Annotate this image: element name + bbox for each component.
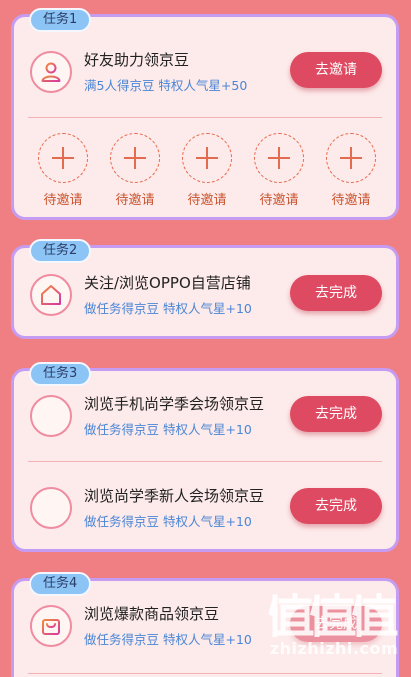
invite-slots: 待邀请 待邀请 待邀请 待邀请 待邀请 (34, 133, 380, 208)
plus-icon (182, 133, 232, 183)
task-title: 浏览尚学季新人会场领京豆 (84, 487, 265, 505)
task-subtitle: 做任务得京豆 特权人气星+10 (84, 514, 252, 529)
task-subtitle: 做任务得京豆 特权人气星+10 (84, 632, 252, 647)
bars-icon (30, 395, 72, 437)
task-tag: 任务4 (29, 572, 92, 596)
task-row: 好友助力领京豆 满5人得京豆 特权人气星+50 去邀请 (28, 43, 382, 99)
plus-icon (326, 133, 376, 183)
task-title: 浏览手机尚学季会场领京豆 (84, 395, 265, 413)
task-card-2: 任务2 关注/浏览OPPO自营店铺 做任务得京豆 特权人气星+10 去完成 (11, 239, 399, 339)
invite-slot[interactable]: 待邀请 (34, 133, 92, 208)
task-tag: 任务2 (29, 239, 92, 263)
invite-button[interactable]: 去邀请 (290, 52, 382, 88)
invite-slot-label: 待邀请 (43, 193, 83, 208)
divider (28, 673, 382, 674)
task-card-3: 任务3 浏览手机尚学季会场领京豆 做任务得京豆 特权人气星+10 去完成 浏览尚… (11, 362, 399, 552)
invite-slot[interactable]: 待邀请 (322, 133, 380, 208)
person-icon (30, 51, 72, 93)
watermark: zhizhizhi.com (267, 589, 399, 669)
task-row: 浏览尚学季新人会场领京豆 做任务得京豆 特权人气星+10 去完成 (28, 479, 382, 535)
task-title: 关注/浏览OPPO自营店铺 (84, 274, 251, 292)
watermark-logo (267, 592, 399, 638)
bag-icon (30, 605, 72, 647)
task-row: 关注/浏览OPPO自营店铺 做任务得京豆 特权人气星+10 去完成 (28, 266, 382, 322)
task-subtitle: 做任务得京豆 特权人气星+10 (84, 422, 252, 437)
plus-icon (254, 133, 304, 183)
task-title: 浏览爆款商品领京豆 (84, 605, 220, 623)
invite-slot[interactable]: 待邀请 (250, 133, 308, 208)
task-title: 好友助力领京豆 (84, 51, 190, 69)
store-icon (30, 274, 72, 316)
complete-button[interactable]: 去完成 (290, 275, 382, 311)
divider (28, 461, 382, 462)
task-row: 浏览手机尚学季会场领京豆 做任务得京豆 特权人气星+10 去完成 (28, 387, 382, 443)
plus-icon (38, 133, 88, 183)
invite-slot-label: 待邀请 (259, 193, 299, 208)
bars-icon (30, 487, 72, 529)
divider (28, 117, 382, 118)
task-tag: 任务1 (29, 8, 92, 32)
complete-button[interactable]: 去完成 (290, 488, 382, 524)
complete-button[interactable]: 去完成 (290, 396, 382, 432)
task-subtitle: 做任务得京豆 特权人气星+10 (84, 301, 252, 316)
invite-slot-label: 待邀请 (115, 193, 155, 208)
task-tag: 任务3 (29, 362, 92, 386)
invite-slot[interactable]: 待邀请 (106, 133, 164, 208)
plus-icon (110, 133, 160, 183)
watermark-text: zhizhizhi.com (269, 639, 399, 658)
invite-slot-label: 待邀请 (331, 193, 371, 208)
task-card-1: 任务1 好友助力领京豆 满5人得京豆 特权人气星+50 去邀请 待邀请 待邀请 (11, 8, 399, 220)
invite-slot[interactable]: 待邀请 (178, 133, 236, 208)
invite-slot-label: 待邀请 (187, 193, 227, 208)
task-subtitle: 满5人得京豆 特权人气星+50 (84, 78, 248, 93)
